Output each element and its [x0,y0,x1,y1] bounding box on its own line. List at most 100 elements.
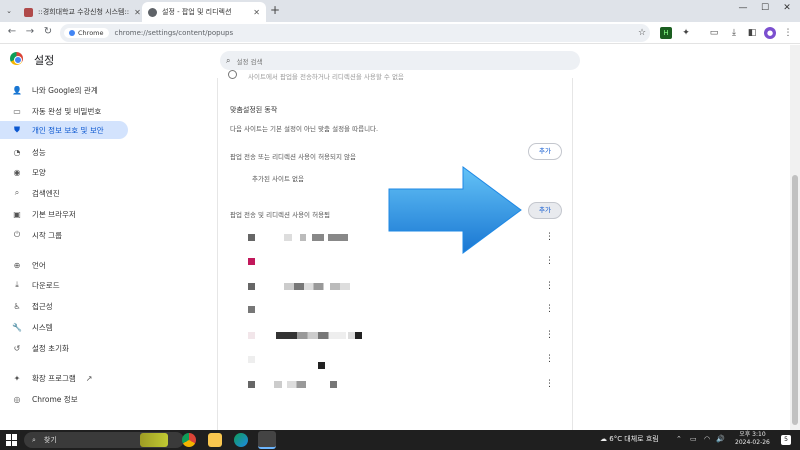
tab-title: ::경희대학교 수강신청 시스템:: [38,8,130,16]
sidebar-item-privacy[interactable]: ⛊ 개인 정보 보호 및 보안 [0,121,128,139]
cast-icon[interactable]: ▭ [708,27,720,39]
tray-network-icon[interactable]: ▭ [690,435,697,443]
gear-icon [148,7,157,17]
sidebar-item-search-engine[interactable]: ⌕ 검색엔진 [0,184,210,202]
list-item[interactable]: ⋮ [218,275,574,299]
add-allowed-site-button[interactable]: 추가 [528,202,562,219]
person-icon: 👤 [12,85,22,95]
taskbar-edge-icon[interactable] [234,433,248,447]
palette-icon: ◉ [13,167,21,177]
globe-icon: ⊕ [13,260,21,270]
site-favicon [248,283,255,290]
search-icon: ⌕ [226,55,231,65]
taskbar-chrome-active-icon[interactable] [258,431,276,449]
open-external-icon: ↗ [85,373,93,383]
clock-time: 오후 3:10 [739,431,766,438]
more-actions-icon[interactable]: ⋮ [545,302,554,316]
maximize-button[interactable]: ☐ [758,3,772,13]
tab-settings[interactable]: 설정 - 팝업 및 리디렉션 ✕ [142,2,266,22]
address-bar[interactable]: Chrome chrome://settings/content/popups [60,24,650,42]
add-blocked-site-button[interactable]: 추가 [528,143,562,160]
radio-button-blocked[interactable] [228,70,237,79]
sidebar-item-on-startup[interactable]: ⏻ 시작 그룹 [0,226,210,244]
sidebar-item-performance[interactable]: ◔ 성능 [0,143,210,161]
sidebar-item-reset[interactable]: ↺ 설정 초기화 [0,339,210,357]
more-actions-icon[interactable]: ⋮ [545,352,554,366]
taskbar-file-explorer-icon[interactable] [208,433,222,447]
bookmark-star-icon[interactable]: ☆ [636,27,648,39]
site-url-redacted [328,234,348,241]
list-item[interactable]: ⋮ [218,324,574,348]
window-close-button[interactable]: ✕ [780,3,794,13]
shield-icon: ⛊ [14,125,20,134]
tab-close-icon[interactable]: ✕ [253,8,260,17]
sidebar-item-downloads[interactable]: ⤓ 다운로드 [0,276,210,294]
search-icon: ⌕ [14,188,20,197]
site-favicon [248,258,255,265]
sidebar: 👤 나와 Google의 관계 ▭ 자동 완성 및 비밀번호 ⛊ 개인 정보 보호 및… [0,78,210,430]
tab-search-icon[interactable]: ⌄ [4,6,14,16]
site-url-redacted [348,332,362,339]
settings-search-input[interactable]: ⌕ 설정 검색 [220,51,580,70]
taskbar-clock[interactable]: 오후 3:10 2024-02-26 [735,431,770,447]
sidebar-item-languages[interactable]: ⊕ 언어 [0,256,210,274]
blocked-option-label: 사이트에서 팝업을 전송하거나 리디렉션을 사용할 수 없음 [248,73,404,81]
scrollbar-thumb[interactable] [792,175,798,425]
site-favicon [248,332,255,339]
browser-icon: ▣ [13,209,21,219]
more-menu-icon[interactable]: ⋮ [782,27,794,39]
tab-close-icon[interactable]: ✕ [134,8,140,17]
extension-app-icon[interactable]: H [660,27,672,39]
forward-icon[interactable]: → [24,25,36,39]
minimize-button[interactable]: — [736,3,750,13]
more-actions-icon[interactable]: ⋮ [545,377,554,391]
avatar[interactable]: ● [764,27,776,39]
site-favicon [248,306,255,313]
taskbar-search-label: 찾기 [43,436,57,444]
sidebar-item-system[interactable]: 🔧 시스템 [0,318,210,336]
windows-start-icon[interactable] [6,434,18,446]
page-title: 설정 [34,54,55,67]
more-actions-icon[interactable]: ⋮ [545,328,554,342]
extensions-puzzle-icon[interactable]: ✦ [680,27,692,39]
sidebar-item-label: 자동 완성 및 비밀번호 [32,106,102,116]
list-item[interactable]: ⋮ [218,373,574,397]
sidebar-item-label: 개인 정보 보호 및 보안 [32,125,104,135]
reset-icon: ↺ [13,343,21,353]
sidebar-item-accessibility[interactable]: ♿ 접근성 [0,297,210,315]
url-text: chrome://settings/content/popups [114,29,234,37]
taskbar-chrome-icon[interactable] [182,433,196,447]
site-url-redacted [284,234,324,241]
notification-badge[interactable]: 5 [781,435,791,445]
tab-title: 설정 - 팝업 및 리디렉션 [162,8,232,16]
tab-sugang[interactable]: ::경희대학교 수강신청 시스템:: ✕ [18,2,140,22]
site-url-redacted [284,283,350,290]
sidebar-item-autofill[interactable]: ▭ 자동 완성 및 비밀번호 [0,102,210,120]
sidebar-item-default-browser[interactable]: ▣ 기본 브라우저 [0,205,210,223]
tray-volume-icon[interactable]: 🔊 [716,435,725,443]
sidebar-item-extensions[interactable]: ✦ 확장 프로그램 ↗ [0,369,210,387]
list-item[interactable]: ⋮ [218,298,574,322]
taskbar-search-highlight-icon[interactable] [140,433,168,447]
chrome-icon: ◎ [13,394,21,404]
download-icon[interactable]: ⤓ [728,27,740,39]
sidebar-item-label: 검색엔진 [32,188,60,198]
cloud-icon: ☁ [600,435,607,443]
pointer-arrow-annotation [388,166,522,254]
new-tab-button[interactable]: + [270,4,280,16]
tray-wifi-icon[interactable]: ◠ [704,435,710,443]
more-actions-icon[interactable]: ⋮ [545,254,554,268]
reload-icon[interactable]: ↻ [42,25,54,39]
weather-widget[interactable]: ☁ 6°C 대체로 흐림 [600,434,659,444]
tray-chevron-icon[interactable]: ⌃ [676,435,682,443]
sidebar-item-you-and-google[interactable]: 👤 나와 Google의 관계 [0,81,210,99]
sidebar-item-label: 접근성 [32,301,53,311]
sidebar-item-appearance[interactable]: ◉ 모양 [0,163,210,181]
side-panel-icon[interactable]: ◧ [746,27,758,39]
back-icon[interactable]: ← [6,25,18,39]
sidebar-item-about-chrome[interactable]: ◎ Chrome 정보 [0,390,210,408]
autofill-icon: ▭ [13,106,21,116]
more-actions-icon[interactable]: ⋮ [545,279,554,293]
list-item[interactable]: ⋮ [218,348,574,372]
more-actions-icon[interactable]: ⋮ [545,230,554,244]
